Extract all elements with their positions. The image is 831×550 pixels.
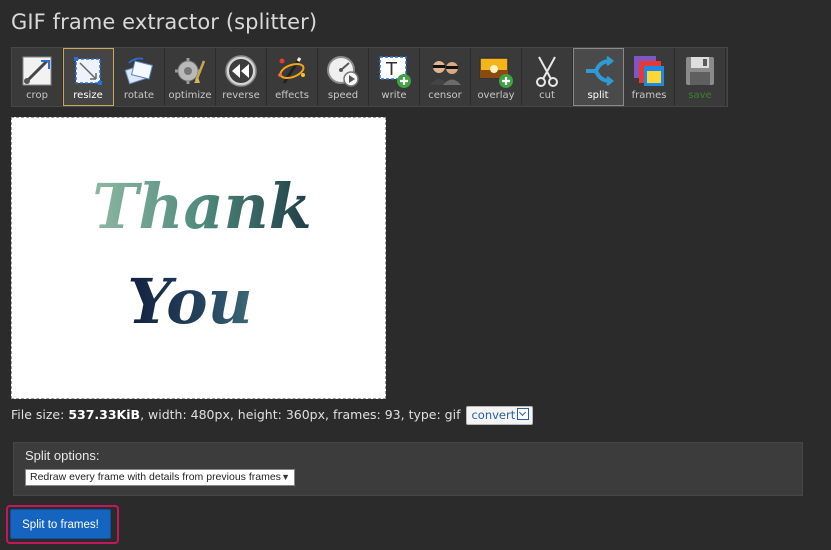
download-icon — [517, 408, 530, 420]
tool-label: split — [587, 90, 609, 101]
tool-label: cut — [539, 90, 555, 101]
tool-label: save — [688, 90, 712, 101]
tool-optimize[interactable]: optimize — [165, 48, 216, 106]
split-icon — [586, 56, 615, 86]
tool-label: frames — [631, 90, 667, 101]
split-options-title: Split options: — [25, 448, 100, 463]
split-mode-select[interactable]: Redraw every frame with details from pre… — [25, 469, 295, 486]
tool-rotate[interactable]: rotate — [114, 48, 165, 106]
split-to-frames-button[interactable]: Split to frames! — [10, 509, 111, 539]
chevron-down-icon: ▼ — [281, 472, 290, 482]
file-info: File size: 537.33KiB, width: 480px, heig… — [11, 406, 534, 425]
page-title: GIF frame extractor (splitter) — [11, 10, 318, 34]
convert-button[interactable]: convert — [466, 406, 534, 425]
tool-resize[interactable]: resize — [63, 48, 114, 106]
file-size-value: 537.33KiB — [68, 407, 141, 422]
tool-overlay[interactable]: overlay — [471, 48, 522, 106]
tool-label: resize — [73, 90, 103, 101]
resize-icon — [74, 57, 102, 85]
optimize-icon — [175, 58, 206, 84]
scissors-icon — [536, 56, 558, 87]
tool-label: optimize — [168, 90, 212, 101]
tool-cut[interactable]: cut — [522, 48, 573, 106]
effects-icon — [278, 57, 305, 84]
file-size-label: File size: — [11, 407, 69, 422]
write-icon: T — [379, 56, 411, 88]
file-details: , width: 480px, height: 360px, frames: 9… — [140, 407, 461, 422]
crop-icon — [22, 56, 52, 86]
save-icon — [686, 57, 714, 85]
frames-icon — [634, 56, 664, 86]
overlay-icon — [479, 57, 513, 88]
tool-censor[interactable]: censor — [420, 48, 471, 106]
tool-reverse[interactable]: reverse — [216, 48, 267, 106]
tool-label: censor — [428, 90, 462, 101]
tool-label: rotate — [123, 90, 155, 101]
gif-preview: Thank You — [11, 117, 386, 399]
tool-frames[interactable]: frames — [624, 48, 675, 106]
split-options-panel: Split options: Redraw every frame with d… — [13, 442, 803, 496]
tool-label: overlay — [477, 90, 515, 101]
tool-speed[interactable]: speed — [318, 48, 369, 106]
tool-toolbar: crop resize rotate optimize reverse effe… — [11, 47, 728, 107]
speed-icon — [327, 56, 359, 87]
reverse-icon — [225, 55, 257, 87]
tool-label: write — [381, 90, 407, 101]
tool-label: speed — [327, 90, 359, 101]
preview-line-2: You — [127, 265, 252, 338]
tool-label: effects — [275, 90, 309, 101]
tool-save[interactable]: save — [675, 48, 726, 106]
tool-label: crop — [26, 90, 48, 101]
censor-icon — [430, 61, 461, 85]
split-mode-value: Redraw every frame with details from pre… — [30, 471, 281, 483]
convert-label: convert — [471, 408, 516, 422]
tool-split[interactable]: split — [573, 48, 624, 106]
tool-crop[interactable]: crop — [12, 48, 63, 106]
rotate-icon — [124, 57, 154, 85]
thank-you-gif-image: Thank You — [92, 170, 311, 338]
tool-effects[interactable]: effects — [267, 48, 318, 106]
svg-text:T: T — [385, 59, 398, 80]
tool-label: reverse — [222, 90, 260, 101]
preview-line-1: Thank — [92, 170, 311, 243]
tool-write[interactable]: T write — [369, 48, 420, 106]
